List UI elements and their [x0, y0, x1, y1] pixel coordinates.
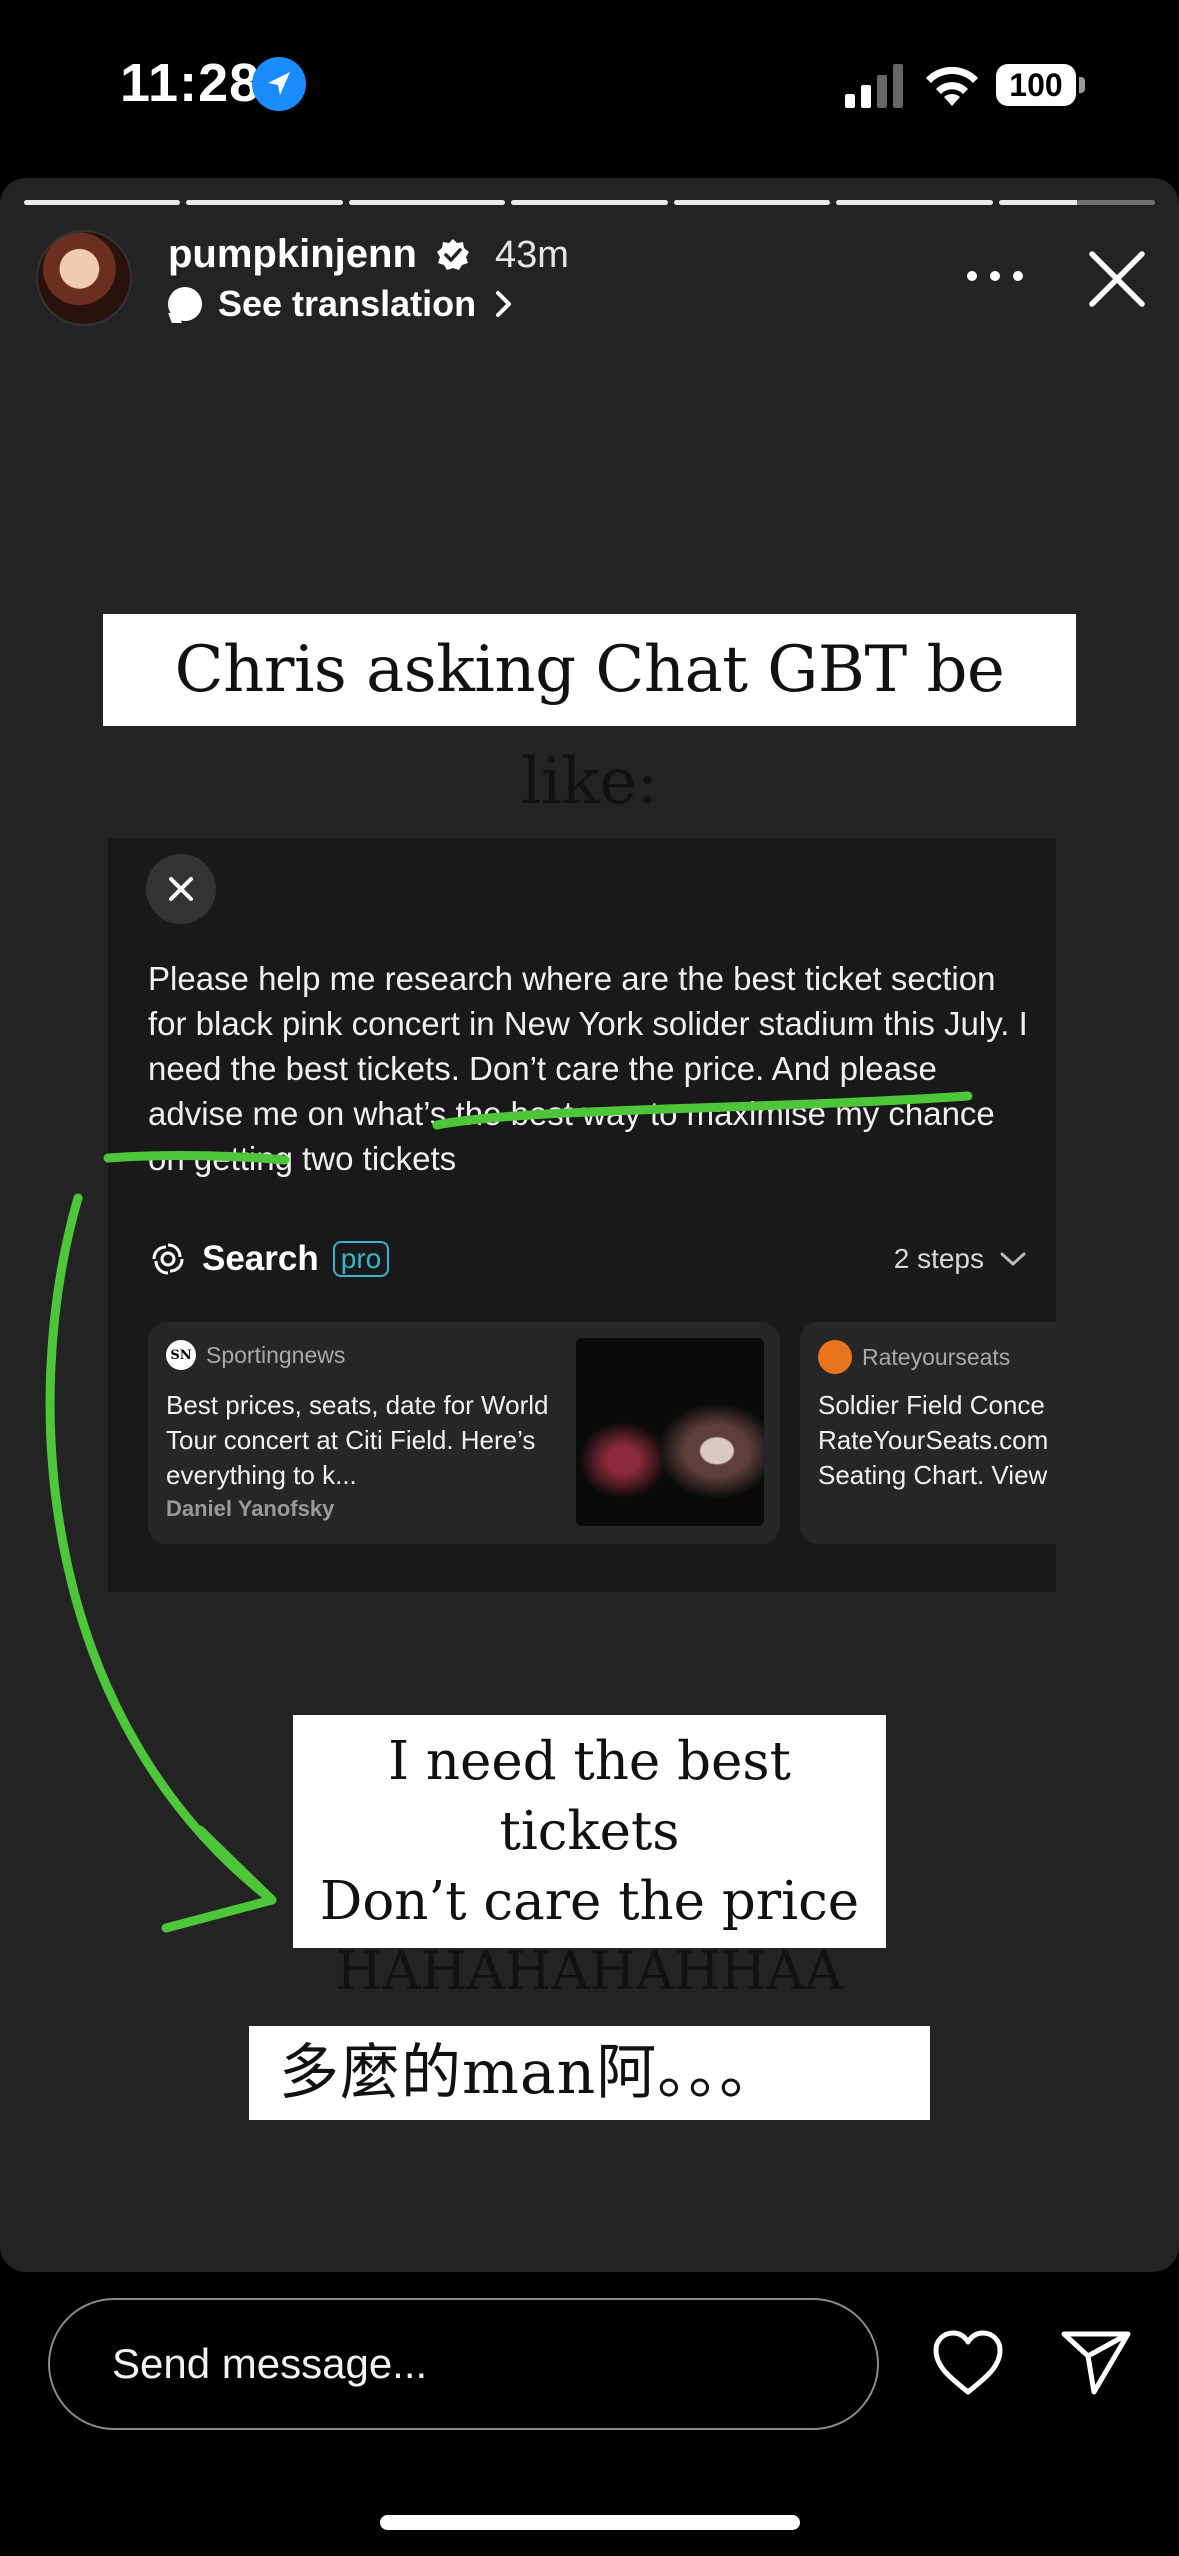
speech-bubble-icon: [168, 287, 202, 321]
progress-segment: [836, 200, 993, 205]
caption-line: Don’t care the price: [319, 1871, 860, 1932]
send-icon[interactable]: [1058, 2326, 1134, 2398]
source-title: Best prices, seats, date for World Tour …: [166, 1390, 549, 1490]
screenshot-close-icon: [146, 854, 216, 924]
sportingnews-logo-icon: SN: [166, 1340, 196, 1370]
battery-indicator: 100: [996, 64, 1076, 106]
see-translation-link[interactable]: See translation: [168, 282, 516, 326]
close-icon[interactable]: [1086, 248, 1148, 310]
progress-segment-current: [998, 200, 1155, 205]
search-label: Search: [202, 1239, 319, 1278]
more-options-icon[interactable]: [960, 256, 1030, 296]
progress-segment: [673, 200, 831, 205]
chevron-down-icon: [1000, 1252, 1026, 1267]
message-placeholder: Send message...: [112, 2340, 428, 2387]
story-viewer[interactable]: pumpkinjenn 43m See translation Chris as…: [0, 178, 1179, 2272]
wifi-icon: [926, 66, 978, 106]
heart-icon[interactable]: [930, 2328, 1006, 2398]
progress-segment: [186, 200, 343, 205]
caption-top: Chris asking Chat GBT be like:: [103, 614, 1076, 819]
search-row: Search pro 2 steps: [148, 1234, 1028, 1284]
embedded-screenshot: Please help me research where are the be…: [108, 838, 1056, 1592]
caption-middle: I need the best tickets Don’t care the p…: [293, 1715, 886, 2002]
caption-line: I need the best tickets: [388, 1731, 791, 1862]
location-arrow-icon: [252, 57, 306, 111]
progress-segment: [24, 200, 181, 205]
prompt-text: Please help me research where are the be…: [148, 960, 1028, 1177]
status-bar: 11:28 100: [0, 0, 1179, 170]
steps-label: 2 steps: [893, 1243, 984, 1274]
home-indicator[interactable]: [380, 2515, 800, 2530]
source-card: Rateyourseats Soldier Field Conce RateYo…: [800, 1322, 1056, 1544]
progress-segment: [511, 200, 668, 205]
send-message-input[interactable]: Send message...: [48, 2298, 879, 2430]
chevron-right-icon: [496, 291, 512, 317]
concert-thumbnail: [576, 1338, 764, 1526]
story-progress: [24, 200, 1155, 205]
progress-segment: [348, 200, 506, 205]
post-timestamp: 43m: [495, 234, 569, 276]
status-time: 11:28: [120, 53, 261, 113]
source-title-line: Soldier Field Conce: [818, 1390, 1045, 1420]
source-name: Sportingnews: [206, 1341, 346, 1368]
source-card: SN Sportingnews Best prices, seats, date…: [148, 1322, 780, 1544]
see-translation-label: See translation: [218, 283, 477, 324]
battery-nub: [1079, 77, 1085, 93]
caption-bottom: 多麼的man阿。。。: [249, 2026, 930, 2120]
avatar[interactable]: [36, 230, 132, 326]
source-title: Soldier Field Conce RateYourSeats.com Se…: [818, 1388, 1056, 1493]
search-logo-icon: [152, 1243, 184, 1275]
source-name: Rateyourseats: [862, 1343, 1011, 1370]
source-author: Daniel Yanofsky: [166, 1496, 335, 1521]
username[interactable]: pumpkinjenn: [168, 232, 417, 277]
verified-badge-icon: [437, 239, 469, 270]
source-title-line: Seating Chart. View: [818, 1460, 1048, 1490]
cellular-signal-icon: [845, 64, 903, 108]
pro-badge: pro: [332, 1241, 390, 1277]
caption-line: HAHAHAHAHHAA: [336, 1941, 843, 2002]
rateyourseats-logo-icon: [818, 1340, 852, 1374]
source-title-line: RateYourSeats.com: [818, 1425, 1049, 1455]
